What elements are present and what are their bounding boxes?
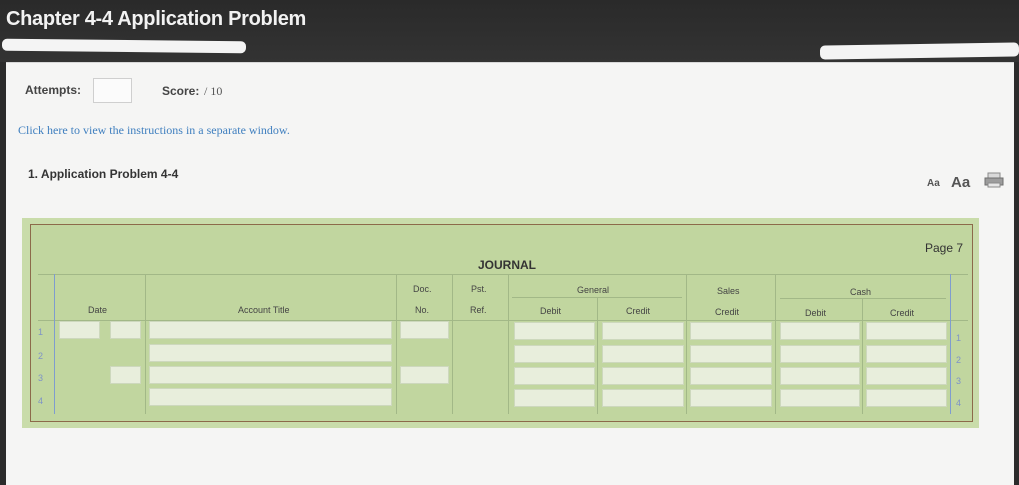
cash-credit-input[interactable] bbox=[866, 345, 947, 363]
row-number: 1 bbox=[38, 327, 44, 337]
general-debit-input[interactable] bbox=[514, 322, 595, 340]
problem-title: 1. Application Problem 4-4 bbox=[28, 167, 179, 181]
post-ref-header-bottom: Ref. bbox=[470, 305, 487, 315]
font-increase-button[interactable]: Aa bbox=[951, 174, 970, 191]
attempts-label: Attempts: bbox=[25, 83, 81, 97]
general-debit-input[interactable] bbox=[514, 389, 595, 407]
instructions-link[interactable]: Click here to view the instructions in a… bbox=[18, 123, 290, 138]
row-number: 2 bbox=[956, 355, 962, 365]
account-title-input[interactable] bbox=[149, 321, 392, 339]
date-day-input[interactable] bbox=[110, 366, 141, 384]
account-title-header: Account Title bbox=[238, 305, 290, 315]
doc-header-bottom: No. bbox=[415, 305, 430, 315]
cash-header: Cash bbox=[850, 287, 872, 297]
cash-debit-input[interactable] bbox=[780, 345, 860, 363]
score-value: / 10 bbox=[204, 84, 223, 98]
cash-debit-input[interactable] bbox=[780, 367, 860, 385]
general-credit-input[interactable] bbox=[602, 389, 684, 407]
post-ref-header-top: Pst. bbox=[471, 284, 487, 294]
account-title-input[interactable] bbox=[149, 344, 392, 362]
page-number: Page 7 bbox=[925, 241, 964, 255]
date-month-input[interactable] bbox=[59, 321, 100, 339]
account-title-input[interactable] bbox=[149, 366, 392, 384]
sales-credit-input[interactable] bbox=[690, 389, 772, 407]
doc-header-top: Doc. bbox=[413, 284, 432, 294]
cash-debit-input[interactable] bbox=[780, 322, 860, 340]
general-credit-header: Credit bbox=[626, 306, 651, 316]
general-credit-input[interactable] bbox=[602, 322, 684, 340]
row-number: 4 bbox=[38, 396, 44, 406]
row-number: 2 bbox=[38, 351, 44, 361]
general-header: General bbox=[577, 285, 610, 295]
sales-header-bottom: Credit bbox=[715, 307, 740, 317]
cash-debit-input[interactable] bbox=[780, 389, 860, 407]
printer-icon[interactable] bbox=[984, 172, 1004, 188]
journal-title: JOURNAL bbox=[478, 258, 537, 272]
general-debit-input[interactable] bbox=[514, 367, 595, 385]
doc-no-input[interactable] bbox=[400, 366, 449, 384]
row-number: 1 bbox=[956, 333, 962, 343]
sales-credit-input[interactable] bbox=[690, 367, 772, 385]
row-number: 3 bbox=[956, 376, 962, 386]
general-credit-input[interactable] bbox=[602, 367, 684, 385]
page-title: Chapter 4-4 Application Problem bbox=[6, 8, 307, 30]
sales-credit-input[interactable] bbox=[690, 345, 772, 363]
redaction-mark bbox=[1, 38, 247, 54]
general-debit-input[interactable] bbox=[514, 345, 595, 363]
sales-credit-input[interactable] bbox=[690, 322, 772, 340]
general-credit-input[interactable] bbox=[602, 345, 684, 363]
account-title-input[interactable] bbox=[149, 388, 392, 406]
row-number: 4 bbox=[956, 398, 962, 408]
cash-credit-input[interactable] bbox=[866, 389, 947, 407]
doc-no-input[interactable] bbox=[400, 321, 449, 339]
row-number: 3 bbox=[38, 373, 44, 383]
cash-credit-header: Credit bbox=[890, 308, 915, 318]
date-header: Date bbox=[88, 305, 108, 315]
score-label: Score: bbox=[162, 84, 200, 98]
cash-debit-header: Debit bbox=[805, 308, 827, 318]
attempts-value bbox=[93, 78, 132, 103]
cash-credit-input[interactable] bbox=[866, 322, 947, 340]
sales-header-top: Sales bbox=[717, 286, 740, 296]
general-debit-header: Debit bbox=[540, 306, 562, 316]
cash-credit-input[interactable] bbox=[866, 367, 947, 385]
font-decrease-button[interactable]: Aa bbox=[927, 178, 940, 189]
date-day-input[interactable] bbox=[110, 321, 141, 339]
